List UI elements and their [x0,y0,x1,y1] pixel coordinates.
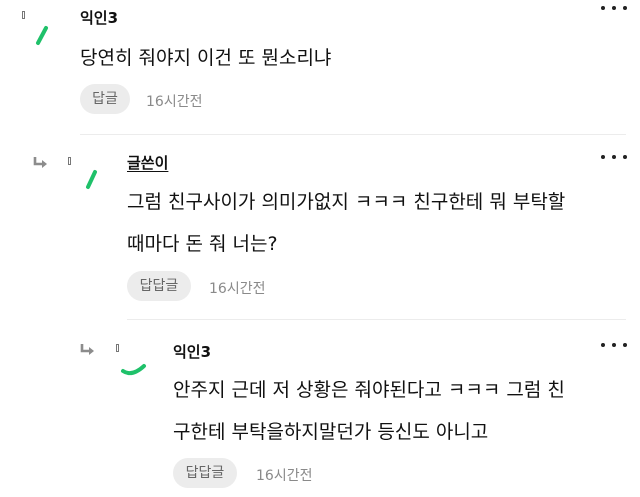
comment-author[interactable]: 글쓴이 [127,152,168,173]
reply-button[interactable]: 답글 [80,84,130,114]
divider [80,134,626,135]
more-icon[interactable] [601,152,627,162]
broken-image-icon [68,157,71,165]
broken-image-icon [22,11,25,19]
more-icon[interactable] [601,340,627,350]
reply-button[interactable]: 답답글 [127,271,191,301]
divider [127,319,626,320]
comment-text-line: 안주지 근데 저 상황은 줘야된다고 ㅋㅋㅋ 그럼 친 [173,379,565,401]
avatar [36,26,48,45]
comment-text-line: 그럼 친구사이가 의미가없지 ㅋㅋㅋ 친구한테 뭐 부탁할 [127,191,566,213]
comment-text-line: 당연히 줘야지 이건 또 뭔소리냐 [80,47,332,69]
broken-image-icon [116,344,119,352]
reply-arrow-icon [33,157,47,168]
comment-text-line: 때마다 돈 줘 너는? [127,233,278,255]
reply-button[interactable]: 답답글 [173,458,237,488]
comment-author[interactable]: 익인3 [173,341,211,362]
comment-time: 16시간전 [146,94,203,110]
comment-author[interactable]: 익인3 [80,7,118,28]
reply-arrow-icon [80,344,94,355]
comment-text-line: 구한테 부탁을하지말던가 등신도 아니고 [173,421,489,443]
avatar [86,170,97,189]
avatar [121,364,146,376]
comment-time: 16시간전 [256,468,313,484]
more-icon[interactable] [601,3,627,13]
comment-time: 16시간전 [209,281,266,297]
